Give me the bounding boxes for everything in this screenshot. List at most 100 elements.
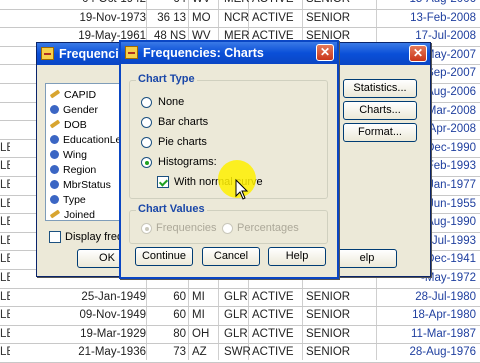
none-radio[interactable] bbox=[141, 97, 152, 108]
row-label[interactable]: LE bbox=[0, 176, 10, 194]
row-label[interactable] bbox=[0, 27, 10, 45]
statistics-button[interactable]: Statistics... bbox=[343, 79, 417, 98]
close-icon[interactable]: ✕ bbox=[409, 45, 427, 62]
type-cell[interactable]: SENIOR bbox=[306, 0, 386, 8]
charts-dialog: Frequencies: Charts ✕ Chart Type None Ba… bbox=[119, 40, 339, 279]
row-label[interactable] bbox=[0, 0, 10, 8]
age-cell[interactable]: 36 13 bbox=[152, 9, 186, 27]
table-row[interactable]: LE25-Jan-194960MIGLRACTIVESENIOR28-Jul-1… bbox=[0, 288, 480, 308]
status-cell[interactable]: ACTIVE bbox=[252, 325, 312, 343]
state-cell[interactable]: MI bbox=[192, 288, 226, 306]
display-frequency-checkbox[interactable] bbox=[49, 231, 61, 243]
charts-button[interactable]: Charts... bbox=[343, 101, 417, 120]
row-label[interactable]: LE bbox=[0, 343, 10, 361]
row-label[interactable]: LE bbox=[0, 288, 10, 306]
birth-date-cell[interactable]: 19-Mar-1929 bbox=[36, 325, 146, 343]
bar-charts-radio[interactable] bbox=[141, 117, 152, 128]
state-cell[interactable]: WV bbox=[192, 0, 226, 8]
row-label[interactable] bbox=[0, 120, 10, 138]
pie-charts-radio[interactable] bbox=[141, 137, 152, 148]
row-label[interactable]: LE bbox=[0, 232, 10, 250]
histograms-radio[interactable] bbox=[141, 157, 152, 168]
chart-values-title: Chart Values bbox=[136, 203, 207, 215]
row-label[interactable] bbox=[0, 83, 10, 101]
row-label[interactable]: LE bbox=[0, 269, 10, 287]
close-icon[interactable]: ✕ bbox=[316, 44, 334, 61]
status-cell[interactable]: ACTIVE bbox=[252, 306, 312, 324]
pointer-icon bbox=[235, 178, 249, 200]
row-label[interactable]: LE bbox=[0, 306, 10, 324]
age-cell[interactable]: 64 bbox=[152, 0, 186, 8]
row-label[interactable]: LE bbox=[0, 250, 10, 268]
frequencies-label: Frequencies bbox=[156, 222, 217, 234]
birth-date-cell[interactable]: 04-Oct-1942 bbox=[36, 0, 146, 8]
charts-titlebar[interactable]: Frequencies: Charts ✕ bbox=[121, 42, 337, 64]
app-icon bbox=[125, 46, 138, 59]
joined-date-cell[interactable]: 11-Mar-1987 bbox=[380, 325, 476, 343]
type-cell[interactable]: SENIOR bbox=[306, 343, 386, 361]
status-cell[interactable]: ACTIVE bbox=[252, 0, 312, 8]
pie-charts-label: Pie charts bbox=[158, 136, 207, 148]
list-item[interactable]: CAPID bbox=[49, 88, 96, 102]
type-cell[interactable]: SENIOR bbox=[306, 288, 386, 306]
charts-title: Frequencies: Charts bbox=[143, 46, 264, 60]
list-item[interactable]: Type bbox=[50, 193, 86, 207]
list-item[interactable]: MbrStatus bbox=[50, 178, 111, 192]
joined-date-cell[interactable]: 18-Apr-1980 bbox=[380, 306, 476, 324]
variable-list[interactable]: CAPID Gender DOB EducationLeve Wing Regi… bbox=[45, 83, 132, 222]
state-cell[interactable]: MI bbox=[192, 306, 226, 324]
row-label[interactable]: LE bbox=[0, 139, 10, 157]
age-cell[interactable]: 60 bbox=[152, 306, 186, 324]
list-item[interactable]: Joined bbox=[49, 208, 95, 222]
joined-date-cell[interactable]: 28-Jul-1980 bbox=[380, 288, 476, 306]
nominal-icon bbox=[50, 150, 59, 159]
age-cell[interactable]: 80 bbox=[152, 325, 186, 343]
row-label[interactable]: LE bbox=[0, 157, 10, 175]
row-label[interactable] bbox=[0, 9, 10, 27]
row-label[interactable] bbox=[0, 102, 10, 120]
row-label[interactable]: LE bbox=[0, 195, 10, 213]
type-cell[interactable]: SENIOR bbox=[306, 9, 386, 27]
birth-date-cell[interactable]: 21-May-1936 bbox=[36, 343, 146, 361]
status-cell[interactable]: ACTIVE bbox=[252, 343, 312, 361]
table-row[interactable]: LE19-Mar-192980OHGLRACTIVESENIOR11-Mar-1… bbox=[0, 325, 480, 345]
state-cell[interactable]: MO bbox=[192, 9, 226, 27]
status-cell[interactable]: ACTIVE bbox=[252, 288, 312, 306]
help-button[interactable]: Help bbox=[268, 247, 326, 266]
list-item[interactable]: Gender bbox=[50, 103, 98, 117]
joined-date-cell[interactable]: 28-Aug-1976 bbox=[380, 343, 477, 361]
percentages-radio[interactable] bbox=[222, 223, 233, 234]
help-button[interactable]: elp bbox=[337, 249, 397, 268]
row-label[interactable] bbox=[0, 46, 10, 64]
app-icon bbox=[41, 47, 54, 60]
row-label[interactable]: LE bbox=[0, 325, 10, 343]
row-label[interactable]: LE bbox=[0, 213, 10, 231]
row-label[interactable] bbox=[0, 64, 10, 82]
chart-values-group: Chart Values Frequencies Percentages bbox=[129, 203, 328, 244]
birth-date-cell[interactable]: 19-Nov-1973 bbox=[36, 9, 146, 27]
status-cell[interactable]: ACTIVE bbox=[252, 9, 312, 27]
state-cell[interactable]: AZ bbox=[192, 343, 226, 361]
format-button[interactable]: Format... bbox=[343, 123, 417, 142]
table-row[interactable]: 19-Nov-1973 36 13 MO NCR ACTIVE SENIOR 13-Feb-… bbox=[0, 9, 480, 29]
table-row[interactable]: LE09-Nov-194960MIGLRACTIVESENIOR18-Apr-1… bbox=[0, 306, 480, 326]
joined-date-cell[interactable]: 15-Aug-2006 bbox=[380, 0, 477, 8]
list-item[interactable]: DOB bbox=[49, 118, 87, 132]
joined-date-cell[interactable]: 13-Feb-2008 bbox=[380, 9, 476, 27]
nominal-icon bbox=[50, 105, 59, 114]
state-cell[interactable]: OH bbox=[192, 325, 226, 343]
normal-curve-checkbox[interactable] bbox=[157, 176, 169, 188]
list-item[interactable]: Region bbox=[50, 163, 96, 177]
frequencies-radio[interactable] bbox=[141, 223, 152, 234]
list-item[interactable]: Wing bbox=[50, 148, 87, 162]
nominal-icon bbox=[50, 195, 59, 204]
continue-button[interactable]: Continue bbox=[135, 247, 193, 266]
type-cell[interactable]: SENIOR bbox=[306, 325, 386, 343]
age-cell[interactable]: 60 bbox=[152, 288, 186, 306]
birth-date-cell[interactable]: 09-Nov-1949 bbox=[36, 306, 146, 324]
cancel-button[interactable]: Cancel bbox=[202, 247, 260, 266]
age-cell[interactable]: 73 bbox=[152, 343, 186, 361]
none-label: None bbox=[158, 96, 185, 108]
type-cell[interactable]: SENIOR bbox=[306, 306, 386, 324]
birth-date-cell[interactable]: 25-Jan-1949 bbox=[36, 288, 146, 306]
